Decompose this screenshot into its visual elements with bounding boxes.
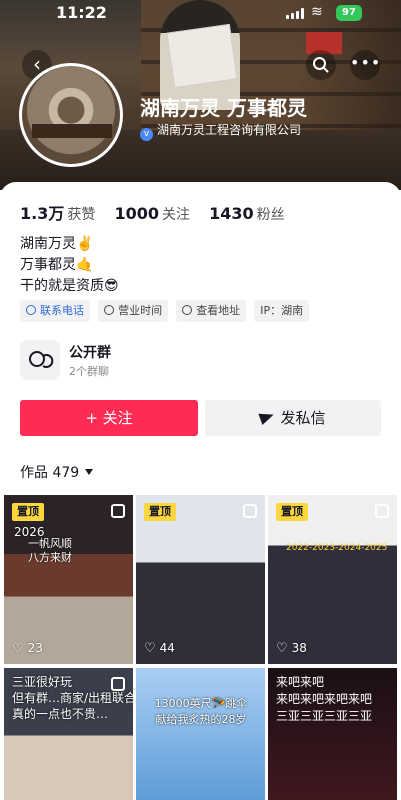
tile-caption: 2022-2023-2024-2025 [286, 543, 388, 553]
avatar[interactable] [19, 63, 123, 167]
profile-tags: 联系电话 营业时间 查看地址 IP：湖南 [20, 299, 312, 322]
wifi-icon: ≋ [311, 4, 323, 20]
video-tile[interactable]: 13000英尺🪂跳伞 献给我炙热的28岁 [136, 668, 265, 800]
phone-icon [26, 305, 36, 315]
search-button[interactable] [306, 50, 336, 80]
tile-caption-line: 但有群…商家/出租联合 [12, 691, 133, 705]
tile-caption: 一帆风顺 八方来财 [28, 537, 72, 565]
tile-likes: ♡ 44 [144, 641, 175, 656]
stat-following[interactable]: 1000 关注 [114, 204, 190, 224]
bio-line: 湖南万灵✌️ [20, 236, 94, 252]
status-time: 11:22 [56, 3, 107, 22]
profile-bio: 湖南万灵✌️ 万事都灵🤙 干的就是资质😎 [20, 234, 119, 297]
works-tab[interactable]: 作品 479 [20, 462, 94, 482]
stat-followers[interactable]: 1430 粉丝 [209, 204, 285, 224]
group-title: 公开群 [69, 345, 111, 361]
more-button[interactable]: ••• [350, 50, 380, 80]
profile-name: 湖南万灵 万事都灵 [140, 96, 307, 120]
tile-caption-line: 三亚三亚三亚三亚 [276, 709, 373, 723]
tile-likes: ♡ 23 [12, 641, 43, 656]
tile-caption-line: 献给我炙热的28岁 [155, 713, 247, 726]
tile-caption-line: 一帆风顺 [28, 537, 72, 550]
tag-phone[interactable]: 联系电话 [20, 300, 90, 322]
caret-down-icon [85, 469, 94, 475]
tag-ip-label: IP：湖南 [260, 304, 304, 317]
cover-paper [166, 23, 238, 89]
pinned-badge: 置顶 [144, 503, 176, 521]
bio-line: 万事都灵🤙 [20, 257, 94, 273]
status-bar: 11:22 ≋ 97 [0, 0, 401, 26]
search-icon [313, 57, 329, 73]
pinned-badge: 置顶 [276, 503, 308, 521]
works-label: 作品 479 [20, 465, 80, 481]
tile-caption: 三亚很好玩 但有群…商家/出租联合 真的一点也不贵… [12, 674, 133, 722]
tile-likes: ♡ 38 [276, 641, 307, 656]
battery-indicator: 97 [336, 5, 362, 21]
multi-image-icon [243, 504, 257, 518]
signal-icon [286, 8, 304, 19]
avatar-desk [32, 124, 112, 138]
video-tile[interactable]: 置顶 2022-2023-2024-2025 ♡ 38 [268, 495, 397, 664]
company-verified[interactable]: v 湖南万灵工程咨询有限公司 [140, 121, 302, 141]
video-tile[interactable]: 三亚很好玩 但有群…商家/出租联合 真的一点也不贵… [4, 668, 133, 800]
clock-icon [104, 305, 115, 315]
verified-icon: v [140, 128, 153, 141]
pinned-badge: 置顶 [12, 503, 44, 521]
tag-hours[interactable]: 营业时间 [98, 300, 169, 322]
tile-caption-line: 来吧来吧 [276, 675, 325, 689]
tile-caption: 来吧来吧 来吧来吧来吧来吧 三亚三亚三亚三亚 [276, 674, 372, 725]
tag-phone-label: 联系电话 [40, 304, 84, 317]
video-tile[interactable]: 置顶 2026 一帆风顺 八方来财 ♡ 23 [4, 495, 133, 664]
stat-following-count: 1000 [114, 204, 159, 223]
stat-followers-label: 粉丝 [256, 207, 285, 223]
company-name: 湖南万灵工程咨询有限公司 [157, 123, 302, 137]
heart-icon: ♡ [144, 641, 156, 656]
multi-image-icon [375, 504, 389, 518]
bio-line: 干的就是资质😎 [20, 278, 119, 294]
tile-likes-count: 44 [159, 641, 175, 655]
tag-address[interactable]: 查看地址 [176, 300, 247, 322]
tile-vertical-text: 2026 [14, 525, 45, 539]
heart-icon: ♡ [276, 641, 288, 656]
tag-ip: IP：湖南 [254, 300, 310, 322]
video-tile[interactable]: 来吧来吧 来吧来吧来吧来吧 三亚三亚三亚三亚 [268, 668, 397, 800]
group-subtitle: 2个群聊 [69, 365, 109, 378]
stat-followers-count: 1430 [209, 204, 254, 223]
heart-icon: ♡ [12, 641, 24, 656]
message-label: 发私信 [280, 409, 326, 427]
follow-button[interactable]: + 关注 [20, 400, 198, 436]
public-group[interactable]: 公开群 2个群聊 [20, 340, 381, 382]
location-icon [182, 305, 193, 315]
stat-likes[interactable]: 1.3万 获赞 [20, 200, 95, 224]
multi-image-icon [111, 504, 125, 518]
tile-likes-count: 38 [291, 641, 307, 655]
tile-caption-line: 八方来财 [28, 551, 72, 564]
message-button[interactable]: 发私信 [205, 400, 381, 436]
tile-likes-count: 23 [27, 641, 43, 655]
stat-likes-count: 1.3万 [20, 204, 65, 223]
more-dots-icon: ••• [350, 53, 382, 72]
tag-hours-label: 营业时间 [118, 304, 163, 317]
tile-caption-line: 真的一点也不贵… [12, 707, 109, 721]
video-tile[interactable]: 置顶 ♡ 44 [136, 495, 265, 664]
tag-address-label: 查看地址 [196, 304, 241, 317]
tile-caption-line: 来吧来吧来吧来吧 [276, 692, 373, 706]
tile-caption-line: 三亚很好玩 [12, 675, 73, 689]
group-chat-icon [20, 340, 60, 380]
send-icon [258, 408, 277, 426]
chat-bubbles-icon [29, 351, 54, 368]
video-grid: 置顶 2026 一帆风顺 八方来财 ♡ 23 置顶 ♡ 44 置顶 2022-202… [4, 495, 397, 800]
tile-caption-line: 13000英尺🪂跳伞 [154, 697, 248, 710]
tile-caption: 13000英尺🪂跳伞 献给我炙热的28岁 [146, 696, 256, 728]
stat-following-label: 关注 [161, 207, 190, 223]
profile-stats: 1.3万 获赞 1000 关注 1430 粉丝 [20, 200, 299, 223]
stat-likes-label: 获赞 [67, 207, 96, 223]
